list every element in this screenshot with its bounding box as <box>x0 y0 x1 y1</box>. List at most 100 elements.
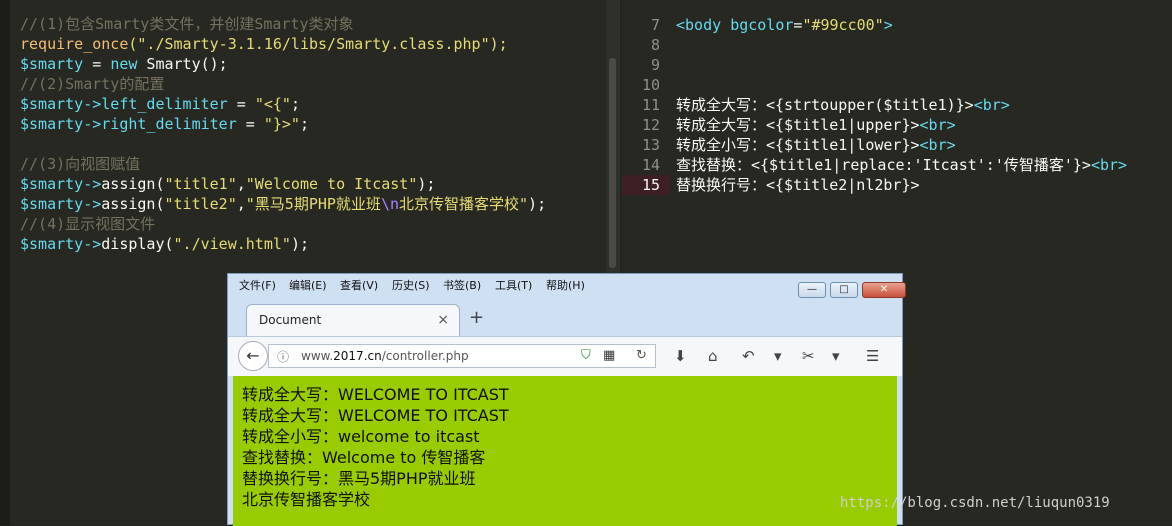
scrollbar-thumb[interactable] <box>609 58 616 268</box>
code-token: 替换换行号：<{$title2|nl2br}> <box>676 176 920 194</box>
url-path: /controller.php <box>381 349 469 363</box>
new-tab-button[interactable]: + <box>469 307 484 328</box>
output-line: 转成全大写：WELCOME TO ITCAST <box>242 385 509 404</box>
code-token: 转成全大写：<{$title1|upper}> <box>676 116 920 134</box>
back-button[interactable]: ← <box>238 341 268 371</box>
menu-item[interactable]: 历史(S) <box>392 277 430 293</box>
line-number: 13 <box>641 136 660 154</box>
extension-icon[interactable]: ✂ <box>802 347 815 365</box>
dropdown-icon[interactable]: ▾ <box>774 347 782 365</box>
tab-title: Document <box>259 313 322 327</box>
code-line[interactable]: //(4)显示视图文件 <box>20 214 155 234</box>
code-line[interactable]: 转成全小写：<{$title1|lower}><br> <box>676 135 956 155</box>
code-token: "<{" <box>254 95 291 113</box>
tab-document[interactable]: Document × <box>246 304 460 336</box>
code-line[interactable]: $smarty->display("./view.html"); <box>20 234 309 254</box>
code-token: "Welcome to Itcast" <box>245 175 418 193</box>
code-line[interactable]: $smarty->assign("title2","黑马5期PHP就业班\n北京… <box>20 194 546 214</box>
line-number: 8 <box>650 36 660 54</box>
code-token: = <box>83 55 111 73</box>
reload-icon[interactable]: ↻ <box>636 348 647 363</box>
code-token: <br> <box>1090 156 1128 174</box>
code-line[interactable]: //(1)包含Smarty类文件，并创建Smarty类对象 <box>20 14 354 34</box>
url-prefix: www. <box>301 349 334 363</box>
maximize-icon: □ <box>839 284 849 295</box>
output-line: 查找替换：Welcome to 传智播客 <box>242 448 486 467</box>
code-line[interactable]: <body bgcolor="#99cc00"> <box>676 15 893 35</box>
code-token: //(2)Smarty的配置 <box>20 75 165 93</box>
shield-icon[interactable]: ⛉ <box>581 348 591 363</box>
line-number: 15 <box>641 176 660 194</box>
qr-code-icon[interactable]: ▦ <box>603 348 615 363</box>
code-token: ); <box>417 175 436 193</box>
close-icon: ✕ <box>879 284 889 295</box>
code-line[interactable]: $smarty = new Smarty(); <box>20 54 228 74</box>
code-line[interactable]: 替换换行号：<{$title2|nl2br}> <box>676 175 920 195</box>
code-token: "title2" <box>164 195 237 213</box>
line-number: 10 <box>641 76 660 94</box>
line-number: 7 <box>650 16 660 34</box>
address-bar[interactable]: ⓘ www.2017.cn/controller.php ⛉ ▦ ↻ <box>268 344 656 368</box>
code-token: = <box>227 95 255 113</box>
download-icon[interactable]: ⬇ <box>674 347 687 365</box>
code-token: "#99cc00" <box>802 16 884 34</box>
minimize-icon: — <box>807 284 817 295</box>
code-token: $smarty <box>20 55 84 73</box>
code-token: <br> <box>919 116 956 134</box>
code-token: <br> <box>973 96 1010 114</box>
code-token: "黑马5期PHP就业班 <box>245 195 381 213</box>
maximize-button[interactable]: □ <box>830 282 858 298</box>
menu-item[interactable]: 帮助(H) <box>546 277 585 293</box>
code-token: new <box>110 55 138 73</box>
code-token: $smarty->right_delimiter <box>20 115 237 133</box>
code-line[interactable]: //(3)向视图赋值 <box>20 154 140 174</box>
code-token: \n <box>380 195 399 213</box>
page-content: 转成全大写：WELCOME TO ITCAST 转成全大写：WELCOME TO … <box>233 376 897 526</box>
menu-item[interactable]: 查看(V) <box>340 277 378 293</box>
dropdown-icon[interactable]: ▾ <box>832 347 840 365</box>
code-line[interactable]: 查找替换：<{$title1|replace:'Itcast':'传智播客'}>… <box>676 155 1127 175</box>
url-domain: 2017.cn <box>333 349 382 363</box>
code-line[interactable]: $smarty->right_delimiter = "}>"; <box>20 114 309 134</box>
code-token: //(4)显示视图文件 <box>20 215 156 233</box>
minimize-button[interactable]: — <box>798 282 826 298</box>
menu-item[interactable]: 书签(B) <box>443 277 481 293</box>
code-token: assign( <box>101 195 165 213</box>
menu-item[interactable]: 文件(F) <box>239 277 276 293</box>
code-token: <body <box>676 16 731 34</box>
line-number: 9 <box>650 56 660 74</box>
tab-close-icon[interactable]: × <box>437 312 449 328</box>
code-token: bgcolor <box>730 16 794 34</box>
code-token: $smarty-> <box>20 195 102 213</box>
code-token: > <box>883 16 893 34</box>
code-token: , <box>236 195 246 213</box>
left-edge-strip <box>0 0 10 525</box>
output-line: 转成全小写：welcome to itcast <box>242 427 480 446</box>
code-token: ); <box>528 195 547 213</box>
close-window-button[interactable]: ✕ <box>862 282 906 298</box>
code-token: //(1)包含Smarty类文件，并创建Smarty类对象 <box>20 15 354 33</box>
code-token: $smarty-> <box>20 175 102 193</box>
line-number: 12 <box>641 116 660 134</box>
code-token: 北京传智播客学校" <box>399 195 529 213</box>
home-icon[interactable]: ⌂ <box>708 347 718 365</box>
hamburger-menu-icon[interactable]: ☰ <box>866 347 879 365</box>
code-token: //(3)向视图赋值 <box>20 155 141 173</box>
code-line[interactable]: require_once("./Smarty-3.1.16/libs/Smart… <box>20 34 508 54</box>
code-token: 转成全大写：<{strtoupper($title1)}> <box>676 96 974 114</box>
line-number: 11 <box>641 96 660 114</box>
code-line[interactable]: 转成全大写：<{$title1|upper}><br> <box>676 115 956 135</box>
menu-item[interactable]: 编辑(E) <box>289 277 327 293</box>
watermark: https://blog.csdn.net/liuqun0319 <box>840 495 1110 511</box>
code-token: Smarty(); <box>137 55 228 73</box>
undo-icon[interactable]: ↶ <box>742 347 755 365</box>
menu-item[interactable]: 工具(T) <box>495 277 532 293</box>
code-line[interactable]: //(2)Smarty的配置 <box>20 74 164 94</box>
browser-window[interactable]: 文件(F) 编辑(E) 查看(V) 历史(S) 书签(B) 工具(T) 帮助(H) — □ … <box>227 273 906 526</box>
code-line[interactable]: 转成全大写：<{strtoupper($title1)}><br> <box>676 95 1010 115</box>
code-line[interactable]: $smarty->left_delimiter = "<{"; <box>20 94 300 114</box>
info-icon[interactable]: ⓘ <box>277 348 289 365</box>
code-line[interactable]: $smarty->assign("title1","Welcome to Itc… <box>20 174 435 194</box>
code-token: $smarty->left_delimiter <box>20 95 228 113</box>
output-line: 替换换行号：黑马5期PHP就业班 <box>242 469 476 488</box>
